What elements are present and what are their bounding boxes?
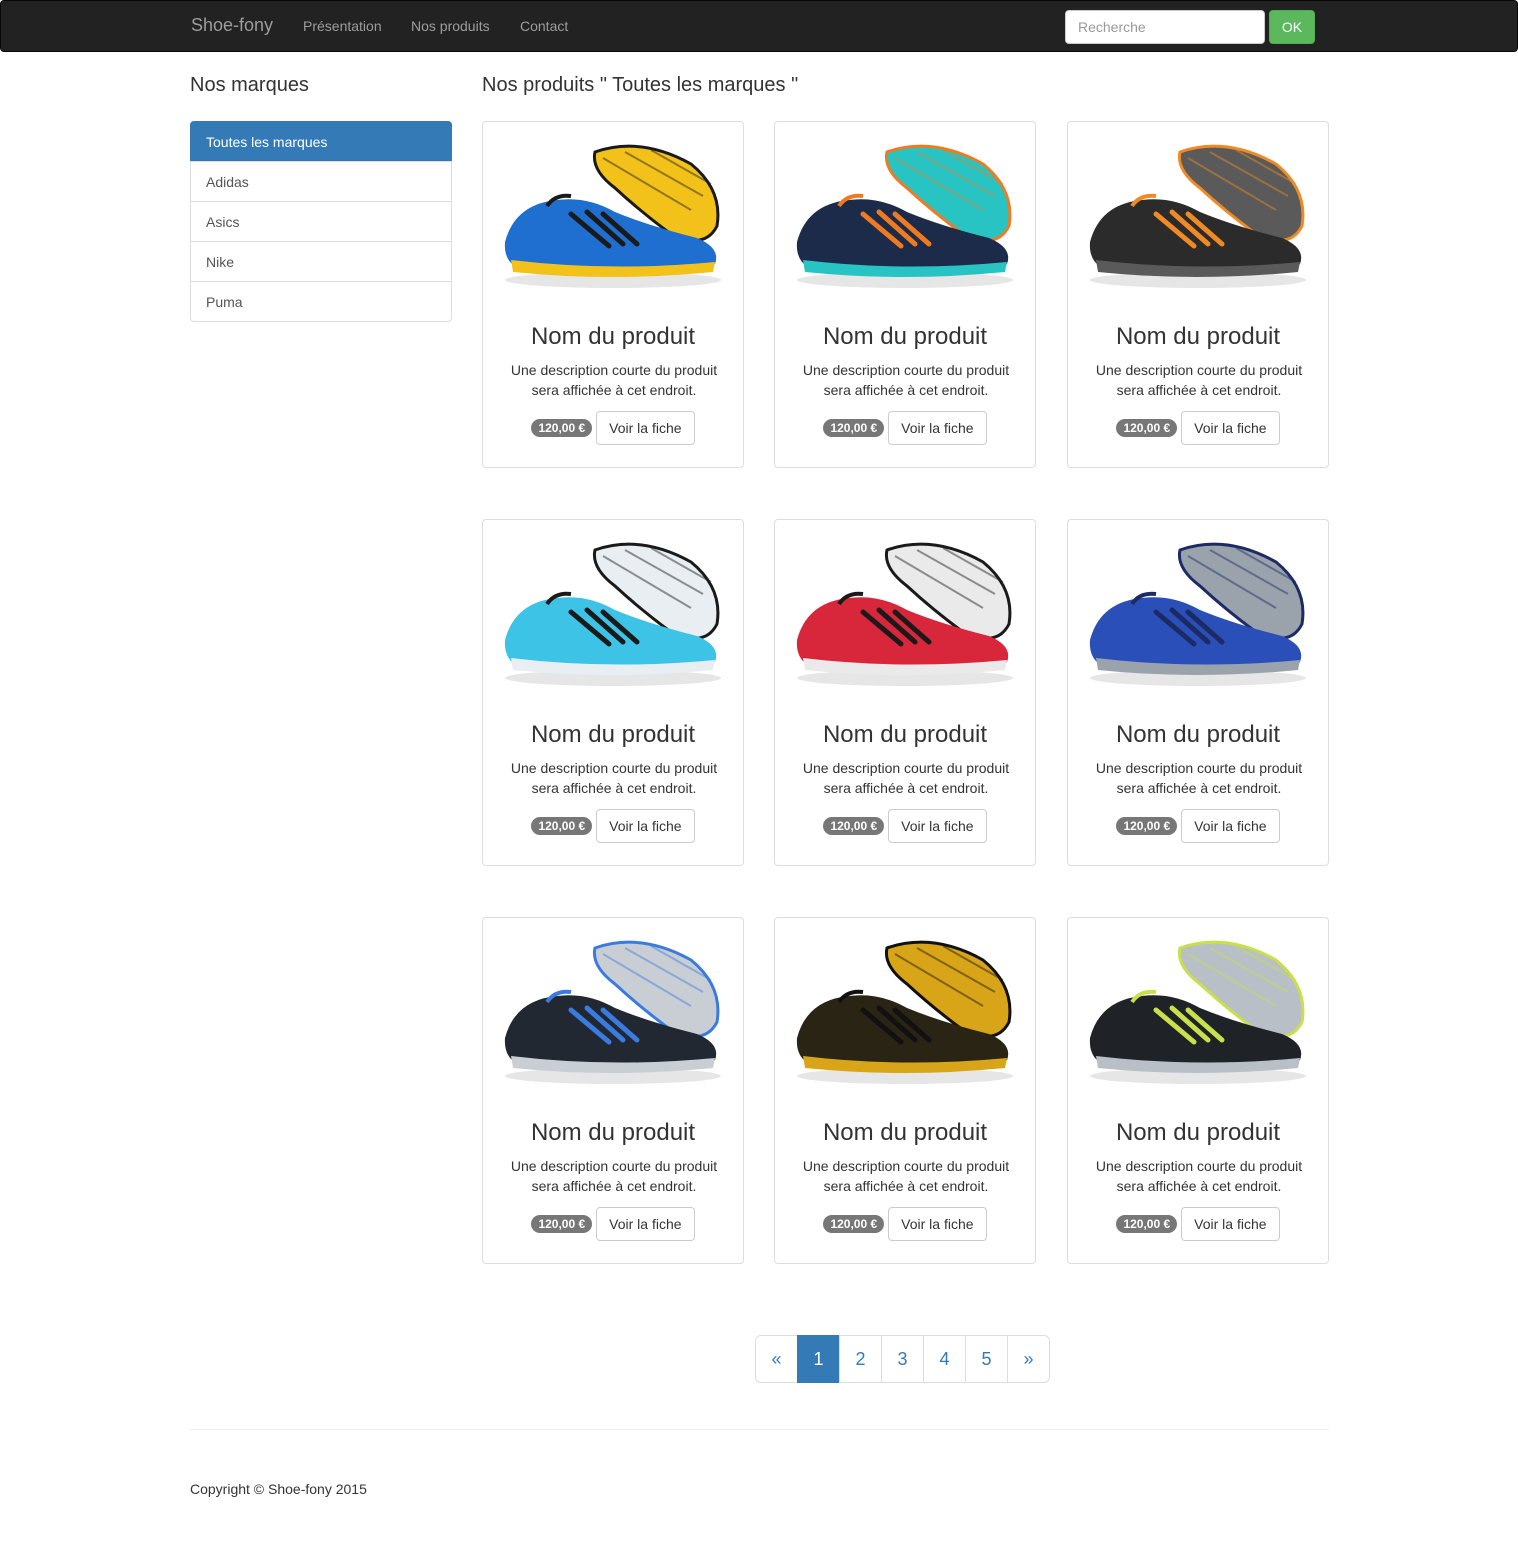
product-image [796, 940, 1013, 1084]
product-card: Nom du produit Une description courte du … [1067, 121, 1329, 468]
footer-copyright: Copyright © Shoe-fony 2015 [190, 1481, 367, 1497]
product-image [1089, 542, 1306, 686]
product-actions: 120,00 € Voir la fiche [775, 809, 1035, 843]
product-name: Nom du produit [1115, 323, 1281, 350]
view-product-button[interactable]: Voir la fiche [1181, 809, 1280, 843]
product-name: Nom du produit [822, 1119, 988, 1146]
price-badge: 120,00 € [1116, 419, 1178, 437]
brand-link[interactable]: Shoe-fony [191, 15, 273, 36]
product-card: Nom du produit Une description courte du … [1067, 917, 1329, 1264]
pagination-page-3[interactable]: 3 [881, 1335, 924, 1383]
product-actions: 120,00 € Voir la fiche [1068, 411, 1328, 445]
product-description: Une description courte du produit sera a… [1095, 760, 1303, 796]
product-image [796, 542, 1013, 686]
product-actions: 120,00 € Voir la fiche [483, 809, 743, 843]
price-badge: 120,00 € [1116, 1215, 1178, 1233]
product-card: Nom du produit Une description courte du … [482, 121, 744, 468]
product-name: Nom du produit [530, 721, 696, 748]
product-actions: 120,00 € Voir la fiche [775, 411, 1035, 445]
product-image [504, 144, 721, 288]
brand-item-adidas[interactable]: Adidas [190, 161, 452, 202]
search-button[interactable]: OK [1269, 10, 1315, 44]
view-product-button[interactable]: Voir la fiche [888, 809, 987, 843]
nav-link-contact[interactable]: Contact [520, 18, 568, 34]
product-description: Une description courte du produit sera a… [802, 760, 1010, 796]
view-product-button[interactable]: Voir la fiche [596, 411, 695, 445]
view-product-button[interactable]: Voir la fiche [1181, 411, 1280, 445]
product-actions: 120,00 € Voir la fiche [483, 411, 743, 445]
price-badge: 120,00 € [823, 419, 885, 437]
brand-list: Toutes les marques Adidas Asics Nike Pum… [190, 121, 452, 322]
view-product-button[interactable]: Voir la fiche [596, 809, 695, 843]
pagination-page-4[interactable]: 4 [923, 1335, 966, 1383]
view-product-button[interactable]: Voir la fiche [888, 1207, 987, 1241]
product-name: Nom du produit [1115, 1119, 1281, 1146]
product-card: Nom du produit Une description courte du … [482, 917, 744, 1264]
product-image [1089, 940, 1306, 1084]
price-badge: 120,00 € [531, 817, 593, 835]
product-image [504, 542, 721, 686]
product-image [1089, 144, 1306, 288]
view-product-button[interactable]: Voir la fiche [596, 1207, 695, 1241]
pagination-page-2[interactable]: 2 [839, 1335, 882, 1383]
view-product-button[interactable]: Voir la fiche [888, 411, 987, 445]
product-card: Nom du produit Une description courte du … [774, 519, 1036, 866]
view-product-button[interactable]: Voir la fiche [1181, 1207, 1280, 1241]
price-badge: 120,00 € [531, 419, 593, 437]
price-badge: 120,00 € [531, 1215, 593, 1233]
product-actions: 120,00 € Voir la fiche [1068, 1207, 1328, 1241]
nav-link-produits[interactable]: Nos produits [411, 18, 490, 34]
product-description: Une description courte du produit sera a… [802, 1158, 1010, 1194]
brand-item-all[interactable]: Toutes les marques [190, 121, 452, 162]
navbar: Shoe-fony Présentation Nos produits Cont… [0, 0, 1518, 52]
price-badge: 120,00 € [823, 817, 885, 835]
product-card: Nom du produit Une description courte du … [774, 917, 1036, 1264]
sidebar-title: Nos marques [190, 74, 309, 96]
pagination-page-1[interactable]: 1 [797, 1335, 840, 1383]
footer-divider [190, 1429, 1329, 1430]
search-input[interactable] [1065, 10, 1265, 44]
brand-item-asics[interactable]: Asics [190, 201, 452, 242]
pagination-prev[interactable]: « [755, 1335, 798, 1383]
pagination-page-5[interactable]: 5 [965, 1335, 1008, 1383]
product-card: Nom du produit Une description courte du … [774, 121, 1036, 468]
price-badge: 120,00 € [1116, 817, 1178, 835]
product-actions: 120,00 € Voir la fiche [483, 1207, 743, 1241]
product-description: Une description courte du produit sera a… [802, 362, 1010, 398]
price-badge: 120,00 € [823, 1215, 885, 1233]
product-actions: 120,00 € Voir la fiche [1068, 809, 1328, 843]
product-name: Nom du produit [822, 323, 988, 350]
product-description: Une description courte du produit sera a… [510, 1158, 718, 1194]
product-name: Nom du produit [530, 1119, 696, 1146]
pagination: « 1 2 3 4 5 » [755, 1335, 1050, 1383]
product-actions: 120,00 € Voir la fiche [775, 1207, 1035, 1241]
product-card: Nom du produit Une description courte du … [1067, 519, 1329, 866]
product-description: Une description courte du produit sera a… [1095, 1158, 1303, 1194]
nav-link-presentation[interactable]: Présentation [303, 18, 382, 34]
pagination-next[interactable]: » [1007, 1335, 1050, 1383]
product-description: Une description courte du produit sera a… [1095, 362, 1303, 398]
product-image [796, 144, 1013, 288]
product-description: Une description courte du produit sera a… [510, 760, 718, 796]
product-card: Nom du produit Une description courte du … [482, 519, 744, 866]
product-name: Nom du produit [822, 721, 988, 748]
page-title: Nos produits " Toutes les marques " [482, 74, 799, 96]
brand-item-puma[interactable]: Puma [190, 281, 452, 322]
brand-item-nike[interactable]: Nike [190, 241, 452, 282]
product-image [504, 940, 721, 1084]
product-name: Nom du produit [530, 323, 696, 350]
product-name: Nom du produit [1115, 721, 1281, 748]
product-description: Une description courte du produit sera a… [510, 362, 718, 398]
